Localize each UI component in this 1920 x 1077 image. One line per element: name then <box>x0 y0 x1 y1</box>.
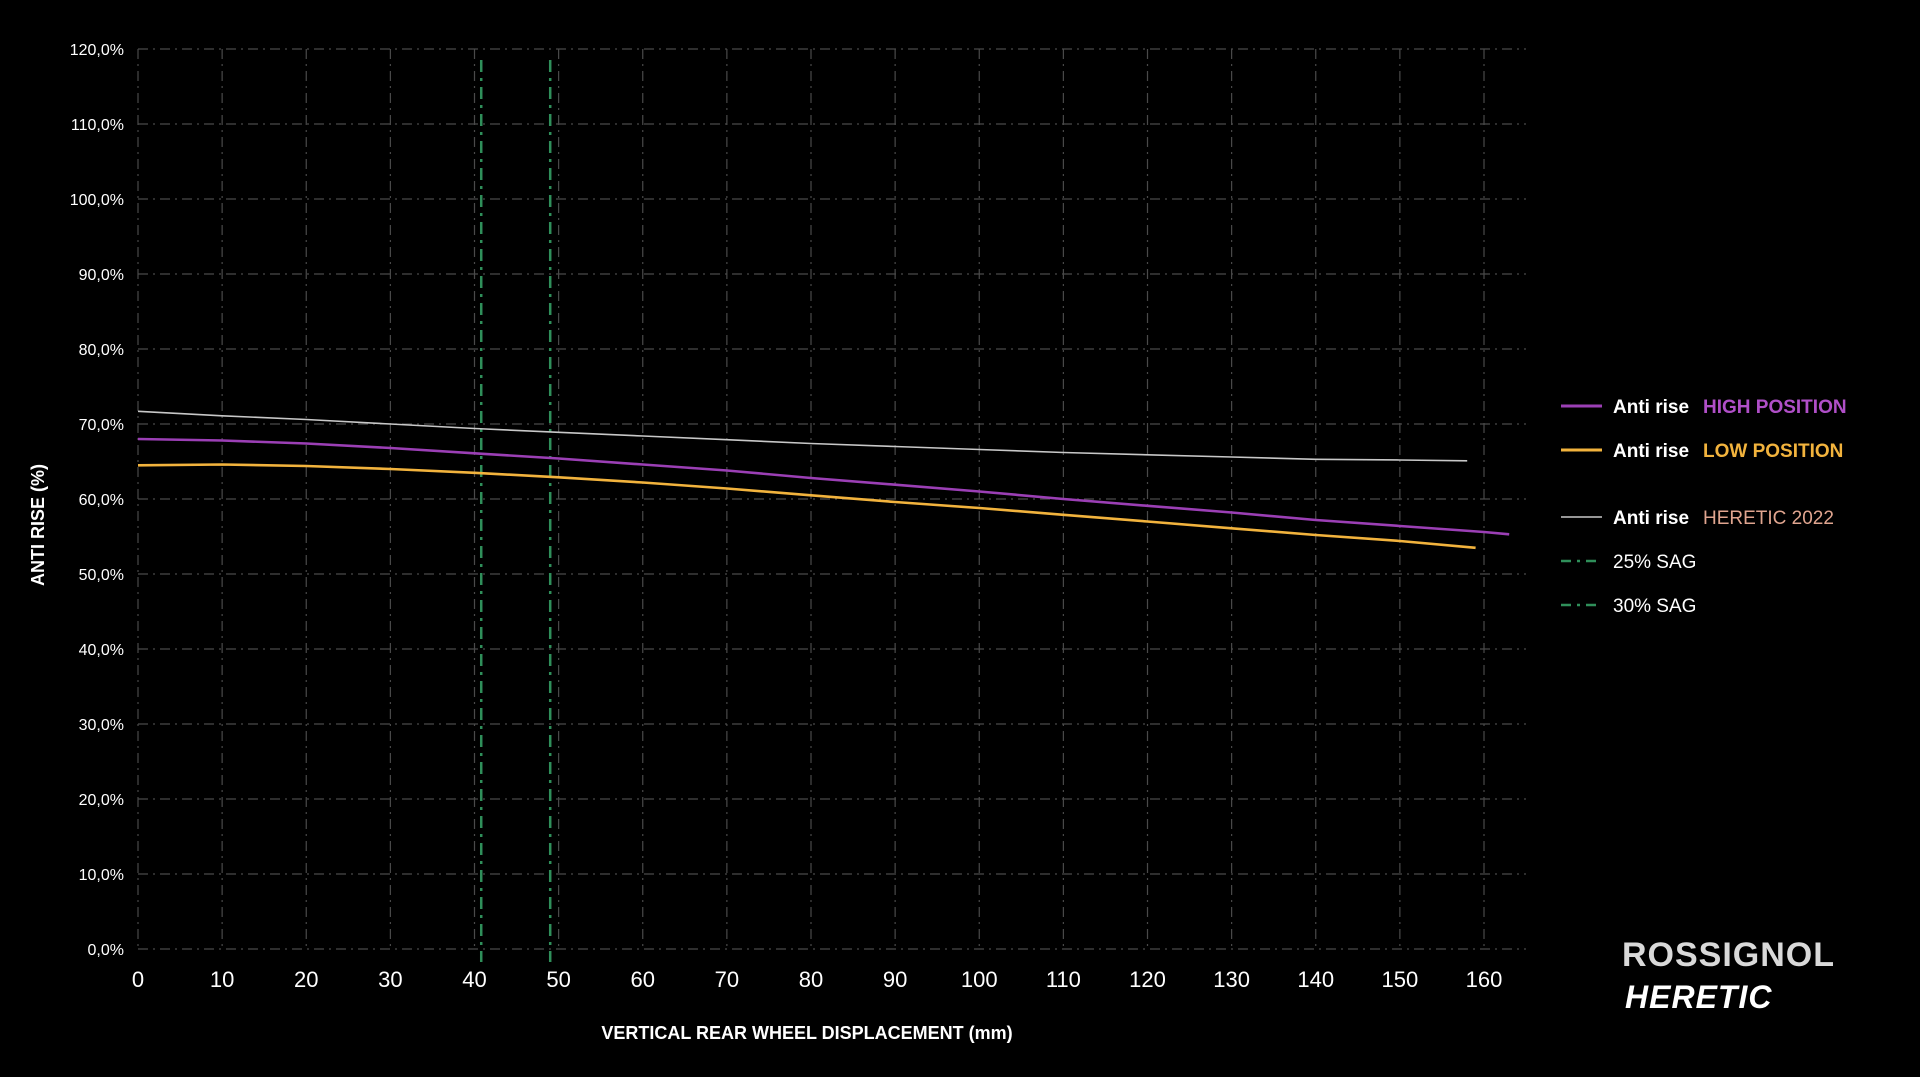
y-tick-label: 90,0% <box>79 267 124 284</box>
series-lines <box>137 410 1510 550</box>
x-tick-label: 70 <box>715 967 739 992</box>
x-tick-label: 120 <box>1129 967 1166 992</box>
x-tick-label: 50 <box>546 967 570 992</box>
x-tick-label: 110 <box>1046 967 1081 992</box>
brand-model: HERETIC <box>1625 979 1772 1015</box>
anti-rise-chart: 0,0% 10,0% 20,0% 30,0% 40,0% 50,0% 60,0% 70,0% 8… <box>28 42 1847 1043</box>
series-line-high <box>137 437 1510 536</box>
sag-lines <box>479 60 552 962</box>
grid <box>137 48 1526 950</box>
x-tick-label: 80 <box>799 967 823 992</box>
x-tick-label: 20 <box>294 967 318 992</box>
y-tick-label: 10,0% <box>79 867 124 884</box>
y-tick-label: 60,0% <box>79 492 124 509</box>
x-tick-label: 130 <box>1213 967 1250 992</box>
legend: Anti rise HIGH POSITION Anti rise LOW POSIT… <box>1561 397 1847 617</box>
x-tick-label: 150 <box>1382 967 1419 992</box>
legend-label-heretic2022: HERETIC 2022 <box>1703 508 1834 529</box>
x-tick-label: 160 <box>1466 967 1503 992</box>
x-tick-label: 100 <box>961 967 998 992</box>
x-axis-title: VERTICAL REAR WHEEL DISPLACEMENT (mm) <box>601 1023 1012 1043</box>
y-tick-label: 80,0% <box>79 342 124 359</box>
legend-label-bold: Anti rise <box>1613 441 1689 462</box>
y-tick-label: 50,0% <box>79 567 124 584</box>
legend-label-high: HIGH POSITION <box>1703 397 1847 418</box>
x-tick-label: 30 <box>378 967 402 992</box>
x-tick-label: 60 <box>631 967 655 992</box>
y-tick-label: 40,0% <box>79 642 124 659</box>
y-tick-label: 20,0% <box>79 792 124 809</box>
x-tick-label: 40 <box>462 967 486 992</box>
y-tick-label: 30,0% <box>79 717 124 734</box>
legend-label-bold: Anti rise <box>1613 397 1689 418</box>
legend-label-sag30: 30% SAG <box>1613 596 1696 617</box>
x-tick-label: 0 <box>132 967 144 992</box>
x-tick-label: 10 <box>210 967 234 992</box>
series-line-heretic2022 <box>137 410 1468 462</box>
x-tick-label: 140 <box>1297 967 1334 992</box>
y-tick-label: 110,0% <box>71 117 124 134</box>
brand-logo: ROSSIGNOL HERETIC <box>1622 936 1835 1015</box>
y-tick-label: 0,0% <box>88 942 124 959</box>
legend-label-low: LOW POSITION <box>1703 441 1843 462</box>
y-axis-title: ANTI RISE (%) <box>28 464 48 586</box>
legend-label-sag25: 25% SAG <box>1613 552 1696 573</box>
y-tick-label: 100,0% <box>70 192 124 209</box>
legend-label-bold: Anti rise <box>1613 508 1689 529</box>
brand-name: ROSSIGNOL <box>1622 936 1835 974</box>
y-tick-label: 120,0% <box>70 42 124 59</box>
y-tick-label: 70,0% <box>79 417 124 434</box>
x-tick-label: 90 <box>883 967 907 992</box>
